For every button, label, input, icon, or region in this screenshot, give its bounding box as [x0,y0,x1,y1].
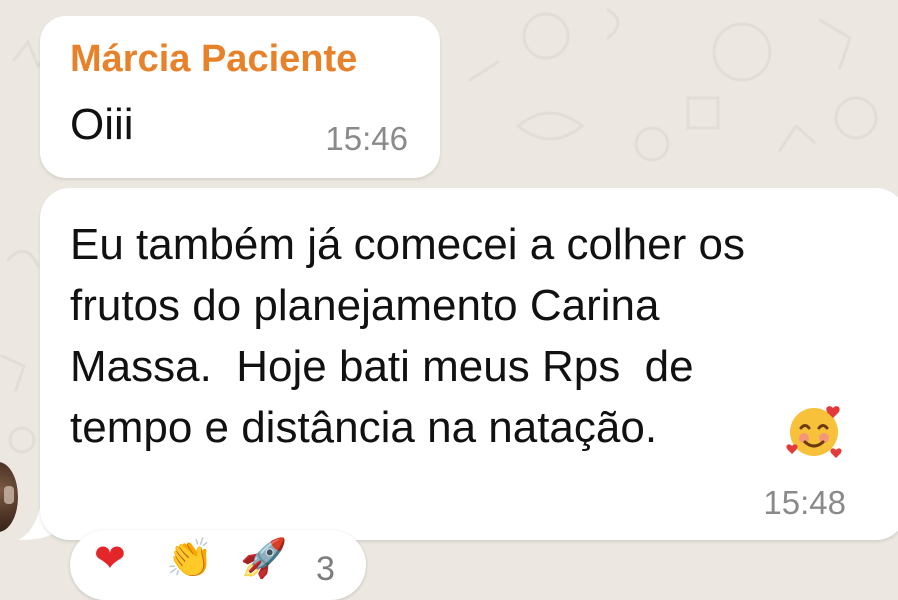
heart-reaction-icon: ❤ [94,538,126,580]
rocket-reaction-icon: 🚀 [240,538,288,580]
message-bubble[interactable]: Márcia Paciente Oiii 15:46 [40,16,440,178]
reactions-pill[interactable]: ❤ 👏 🚀 3 [70,530,366,600]
sender-name[interactable]: Márcia Paciente [70,38,357,81]
clapping-hands-reaction-icon: 👏 [166,538,214,580]
message-text: Eu também já comecei a colher os frutos … [70,220,745,452]
message-timestamp: 15:48 [763,484,846,521]
reaction-count: 3 [316,550,335,588]
avatar-image-detail [4,486,14,504]
message-text: Oiii [70,100,134,149]
message-timestamp: 15:46 [325,120,408,157]
message-bubble[interactable]: Eu também já comecei a colher os frutos … [40,188,898,540]
smiling-face-with-hearts-icon [786,406,842,458]
